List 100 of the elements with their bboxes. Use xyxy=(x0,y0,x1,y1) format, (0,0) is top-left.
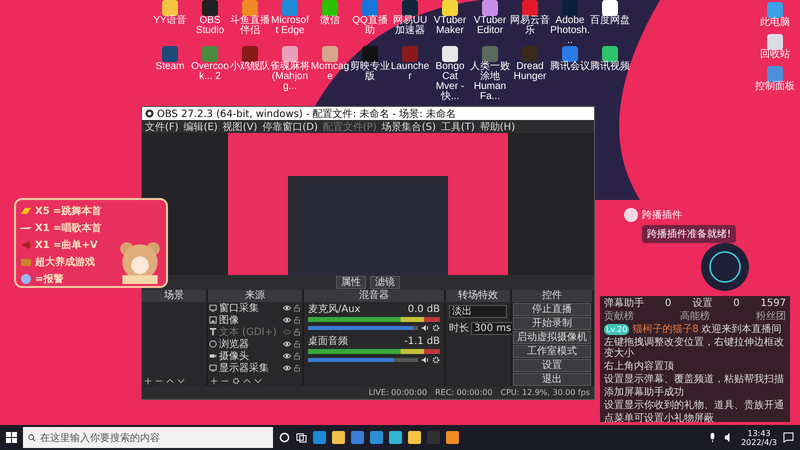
desktop-shortcut[interactable]: Launcher xyxy=(390,46,430,102)
dock-header: 场景 xyxy=(142,290,206,302)
eye-closed-icon[interactable] xyxy=(283,328,291,336)
eye-icon[interactable] xyxy=(283,304,291,312)
monitor-icon xyxy=(209,304,217,312)
desktop-shortcut[interactable]: Overcook... 2 xyxy=(190,46,230,102)
chat-message: 欢迎来到本直播间 xyxy=(702,324,782,335)
source-item[interactable]: 图像 xyxy=(208,314,302,326)
duration-label: 时长 xyxy=(449,322,469,335)
lock-icon[interactable] xyxy=(293,352,301,360)
desktop-shortcut[interactable]: Steam xyxy=(150,46,190,102)
down-caret-icon[interactable] xyxy=(254,377,262,385)
dock-header: 来源 xyxy=(208,290,302,302)
volume-slider[interactable] xyxy=(308,326,418,330)
desktop-shortcut[interactable]: VTuber Editor xyxy=(470,0,510,46)
chat-title: 弹幕助手 xyxy=(604,298,644,309)
desktop-shortcut[interactable]: 人类一败涂地 Human Fa... xyxy=(470,46,510,102)
desktop-shortcut[interactable]: 微信 xyxy=(310,0,350,46)
like-count: 1597 xyxy=(760,298,786,309)
menu-item[interactable]: 帮助(H) xyxy=(480,120,516,134)
menu-item[interactable]: 文件(F) xyxy=(145,120,179,134)
preview-button[interactable]: 滤镜 xyxy=(370,276,400,289)
lock-icon[interactable] xyxy=(293,328,301,336)
menu-item[interactable]: 停靠窗口(D) xyxy=(262,120,318,134)
speaker-icon[interactable] xyxy=(421,324,429,332)
lock-icon[interactable] xyxy=(293,316,301,324)
control-button[interactable]: 退出 xyxy=(513,373,591,386)
desktop-shortcut[interactable]: 斗鱼直播伴侣 xyxy=(230,0,270,46)
chat-settings-link[interactable]: 设置 xyxy=(692,298,712,309)
chat-note: 设置显示你收到的礼物、道具、贵族开通 xyxy=(604,400,785,411)
duration-field[interactable]: 300 ms xyxy=(471,322,514,334)
clock-time: 13:43 xyxy=(748,428,771,438)
chat-tab[interactable]: 粉丝团 xyxy=(756,311,786,322)
eye-icon[interactable] xyxy=(283,352,291,360)
notification-icon[interactable] xyxy=(783,432,794,443)
control-button[interactable]: 停止直播 xyxy=(513,303,591,316)
gear-icon[interactable] xyxy=(232,377,240,385)
source-item[interactable]: 显示器采集 xyxy=(208,362,302,374)
desktop-shortcut[interactable]: Bongo Cat Mver - 快... xyxy=(430,46,470,102)
clock-date: 2022/4/3 xyxy=(741,438,777,446)
add-icon[interactable] xyxy=(210,377,218,385)
lock-icon[interactable] xyxy=(293,304,301,312)
menu-item[interactable]: 视图(V) xyxy=(222,120,258,134)
control-button[interactable]: 工作室模式 xyxy=(513,345,591,358)
gear-icon[interactable] xyxy=(432,324,440,332)
gear-icon[interactable] xyxy=(432,356,440,364)
cortana-circle-icon[interactable] xyxy=(279,432,290,443)
source-item[interactable]: 浏览器 xyxy=(208,338,302,350)
desktop-shortcut[interactable]: Microsoft Edge xyxy=(270,0,310,46)
speaker-icon[interactable] xyxy=(421,356,429,364)
task-view-icon[interactable] xyxy=(296,432,307,443)
desktop-shortcut[interactable]: QQ直播助 xyxy=(350,0,390,46)
eye-icon[interactable] xyxy=(283,364,291,372)
desktop-shortcut[interactable]: 剪映专业版 xyxy=(350,46,390,102)
menu-item[interactable]: 场景集合(S) xyxy=(382,120,436,134)
chat-tab[interactable]: 贡献榜 xyxy=(604,311,634,322)
preview-button[interactable]: 属性 xyxy=(336,276,366,289)
chat-username: 猫柯子的猫子8 xyxy=(632,324,699,335)
transition-dropdown[interactable]: 淡出 xyxy=(449,305,507,318)
gift-rule: X1 =曲单+V xyxy=(35,238,98,252)
control-button[interactable]: 启动虚拟摄像机 xyxy=(513,331,591,344)
lock-icon[interactable] xyxy=(293,340,301,348)
desktop-shortcut[interactable]: 小鸡舰队 xyxy=(230,46,270,102)
control-button[interactable]: 设置 xyxy=(513,359,591,372)
desktop-shortcut[interactable]: 腾讯会议 xyxy=(550,46,590,102)
desktop-shortcut[interactable]: 雀魂麻将 (Mahjong... xyxy=(270,46,310,102)
desktop-shortcut[interactable]: OBS Studio xyxy=(190,0,230,46)
desktop-shortcut[interactable]: 此电脑 xyxy=(752,2,798,28)
eye-icon[interactable] xyxy=(283,340,291,348)
cpu-status: CPU: 12.9%, 30.00 fps xyxy=(500,388,590,397)
volume-reading: -1.1 dB xyxy=(404,336,440,347)
lock-icon[interactable] xyxy=(293,364,301,372)
desktop-shortcut[interactable]: 腾讯视频 xyxy=(590,46,630,102)
control-button[interactable]: 开始录制 xyxy=(513,317,591,330)
up-caret-icon[interactable] xyxy=(166,377,174,385)
chat-tab[interactable]: 高能榜 xyxy=(680,311,710,322)
down-caret-icon[interactable] xyxy=(177,377,185,385)
source-item[interactable]: 摄像头 xyxy=(208,350,302,362)
up-caret-icon[interactable] xyxy=(243,377,251,385)
eye-icon[interactable] xyxy=(283,316,291,324)
desktop-shortcut[interactable]: 网易云音乐 xyxy=(510,0,550,46)
windows-start-icon[interactable] xyxy=(6,432,17,443)
add-icon[interactable] xyxy=(144,377,152,385)
dock-header: 控件 xyxy=(512,290,592,302)
taskbar-search-field[interactable]: 在这里输入你要搜索的内容 xyxy=(23,427,273,448)
menu-item[interactable]: 工具(T) xyxy=(440,120,475,134)
desktop-shortcut[interactable]: 回收站 xyxy=(752,34,798,60)
source-item[interactable]: 窗口采集 xyxy=(208,302,302,314)
chat-note: 右上角内容置顶 xyxy=(604,361,675,372)
desktop-shortcut[interactable]: 控制面板 xyxy=(752,66,798,92)
desktop-shortcut[interactable]: VTuber Maker xyxy=(430,0,470,46)
menu-item[interactable]: 编辑(E) xyxy=(184,120,218,134)
volume-slider[interactable] xyxy=(308,358,418,362)
chat-note: 添加屏幕助手成功 xyxy=(604,387,685,398)
desktop-shortcut[interactable]: YY语音 xyxy=(150,0,190,46)
monitor-icon xyxy=(209,364,217,372)
gift-rule: =报警 xyxy=(35,272,64,286)
chat-count: 0 xyxy=(733,298,740,309)
desktop-shortcut[interactable]: Dread Hunger xyxy=(510,46,550,102)
desktop-shortcut[interactable]: Adobe Photosh... xyxy=(550,0,590,46)
